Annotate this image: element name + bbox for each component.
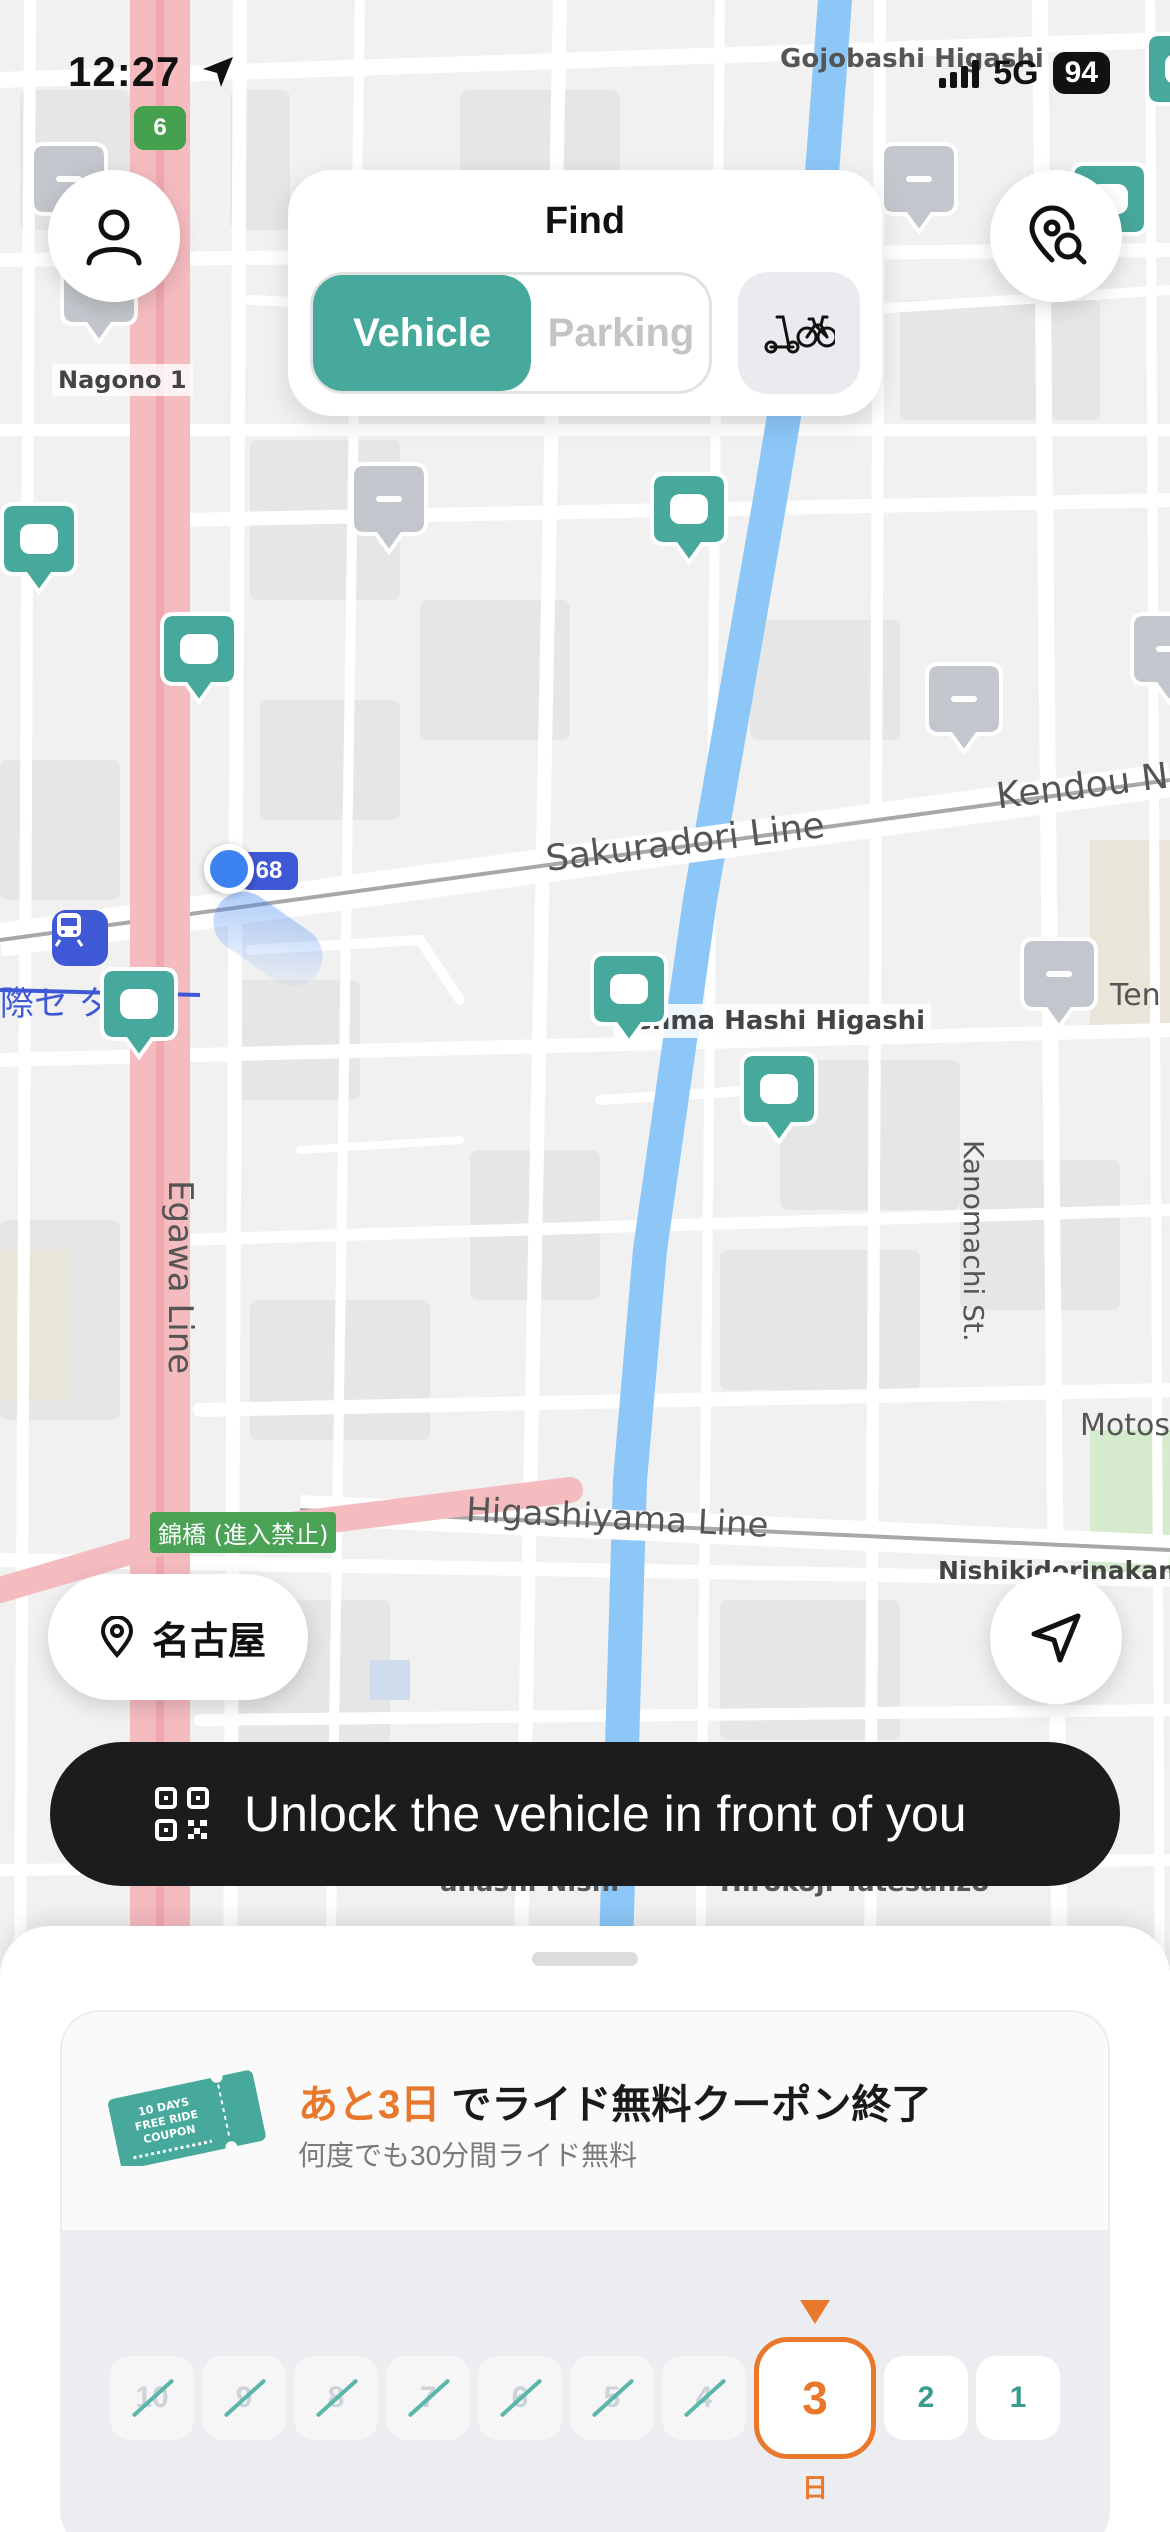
available-vehicle-pin[interactable] — [740, 1050, 818, 1146]
promo-title: あと3日 でライド無料クーポン終了 — [298, 2072, 931, 2130]
signal-icon — [939, 58, 980, 88]
network-type: 5G — [993, 53, 1039, 92]
train-station-icon[interactable] — [52, 910, 108, 966]
find-panel: Find Vehicle Parking — [288, 170, 882, 416]
coupon-ticket-icon: 10 DAYS FREE RIDE COUPON — [108, 2070, 266, 2166]
countdown-day-past: 6 — [478, 2356, 562, 2440]
find-title: Find — [544, 200, 626, 242]
available-vehicle-pin[interactable] — [0, 500, 78, 596]
promo-highlight: あと3日 — [298, 2083, 441, 2127]
unavailable-vehicle-pin[interactable] — [925, 660, 1003, 756]
user-icon — [86, 209, 142, 266]
countdown-day-past: 4 — [662, 2356, 746, 2440]
map-label-kanomachi: Kanomachi St. — [957, 1140, 990, 1342]
promo-subtitle: 何度でも30分間ライド無料 — [298, 2140, 638, 2171]
map-pin-icon — [100, 1616, 134, 1658]
countdown-day-past: 7 — [386, 2356, 470, 2440]
navigation-arrow-icon — [1031, 1613, 1081, 1663]
profile-button[interactable] — [48, 170, 180, 302]
countdown-days: 10987654 日 321 — [110, 2300, 1070, 2503]
find-segmented-control: Vehicle Parking — [310, 272, 712, 394]
countdown-day-past: 10 — [110, 2356, 194, 2440]
countdown-track: 10987654 日 321 — [62, 2230, 1108, 2532]
map-label-motos: Motos — [1080, 1408, 1170, 1443]
status-indicators: 5G 94 — [939, 52, 1110, 94]
current-day-label: 日 — [802, 2473, 829, 2503]
sheet-handle[interactable] — [532, 1952, 638, 1966]
status-time: 12:27 — [68, 48, 181, 95]
map-label-egawa: Egawa Line — [160, 1180, 200, 1375]
user-location-dot — [204, 844, 254, 894]
unavailable-vehicle-pin[interactable] — [1130, 610, 1170, 706]
location-label: 名古屋 — [152, 1620, 267, 1663]
countdown-day-future: 2 — [884, 2356, 968, 2440]
unlock-vehicle-button[interactable]: Unlock the vehicle in front of you — [50, 1742, 1120, 1886]
unlock-label: Unlock the vehicle in front of you — [244, 1786, 967, 1842]
available-vehicle-pin[interactable] — [590, 950, 668, 1046]
countdown-day-past: 8 — [294, 2356, 378, 2440]
unavailable-vehicle-pin[interactable] — [880, 140, 958, 236]
location-services-icon — [203, 57, 233, 87]
map-search-icon — [1029, 205, 1087, 265]
available-vehicle-pin[interactable] — [1145, 30, 1170, 126]
qr-code-icon — [155, 1787, 209, 1841]
map-search-button[interactable] — [990, 170, 1122, 302]
countdown-day-past: 5 — [570, 2356, 654, 2440]
map-label-nishiki-bridge: 錦橋 (進入禁止) — [150, 1512, 337, 1553]
countdown-day-past: 9 — [202, 2356, 286, 2440]
map-label-nagono: Nagono 1 — [52, 364, 193, 396]
tab-vehicle[interactable]: Vehicle — [313, 275, 531, 391]
location-pill[interactable]: 名古屋 — [48, 1574, 308, 1700]
tab-parking[interactable]: Parking — [531, 275, 711, 391]
recenter-button[interactable] — [990, 1572, 1122, 1704]
available-vehicle-pin[interactable] — [100, 965, 178, 1061]
coupon-card[interactable]: 10 DAYS FREE RIDE COUPON あと3日 でライド無料クーポン… — [60, 2010, 1110, 2532]
countdown-day-future: 1 — [976, 2356, 1060, 2440]
battery-indicator: 94 — [1052, 52, 1110, 94]
bottom-sheet: 10 DAYS FREE RIDE COUPON あと3日 でライド無料クーポン… — [0, 1926, 1170, 2532]
scooter-bicycle-icon — [764, 315, 835, 354]
vehicle-type-button[interactable] — [738, 272, 860, 394]
promo-title-rest: でライド無料クーポン終了 — [440, 2083, 932, 2127]
coupon-card-header: 10 DAYS FREE RIDE COUPON あと3日 でライド無料クーポン… — [62, 2012, 1108, 2230]
unavailable-vehicle-pin[interactable] — [350, 460, 428, 556]
countdown-day-current: 3 — [754, 2337, 876, 2459]
current-day-marker-icon — [800, 2300, 830, 2324]
route-shield-6: 6 — [134, 106, 186, 150]
available-vehicle-pin[interactable] — [160, 610, 238, 706]
unavailable-vehicle-pin[interactable] — [1020, 935, 1098, 1031]
map-label-ten: Ten — [1110, 978, 1161, 1013]
available-vehicle-pin[interactable] — [650, 470, 728, 566]
